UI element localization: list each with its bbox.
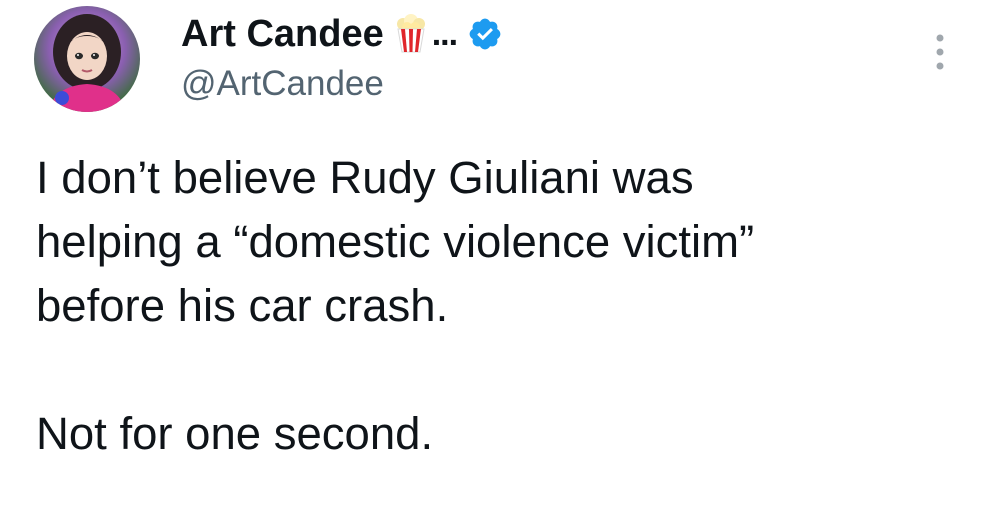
tweet-paragraph-2: Not for one second. (36, 408, 434, 459)
author-name-row: Art Candee ... (181, 10, 503, 58)
avatar[interactable] (34, 6, 140, 112)
author-handle[interactable]: @ArtCandee (181, 64, 384, 104)
more-options-icon[interactable] (928, 30, 952, 74)
tweet-card: Art Candee ... @ArtCandee I don’t believ… (0, 0, 1000, 505)
avatar-image (34, 6, 140, 112)
tweet-body: I don’t believe Rudy Giuliani was helpin… (36, 146, 986, 466)
name-truncation: ... (431, 14, 458, 53)
popcorn-icon (394, 14, 428, 54)
tweet-paragraph-1: I don’t believe Rudy Giuliani was helpin… (36, 152, 755, 331)
verified-badge-icon[interactable] (467, 16, 503, 52)
display-name[interactable]: Art Candee (181, 13, 384, 56)
